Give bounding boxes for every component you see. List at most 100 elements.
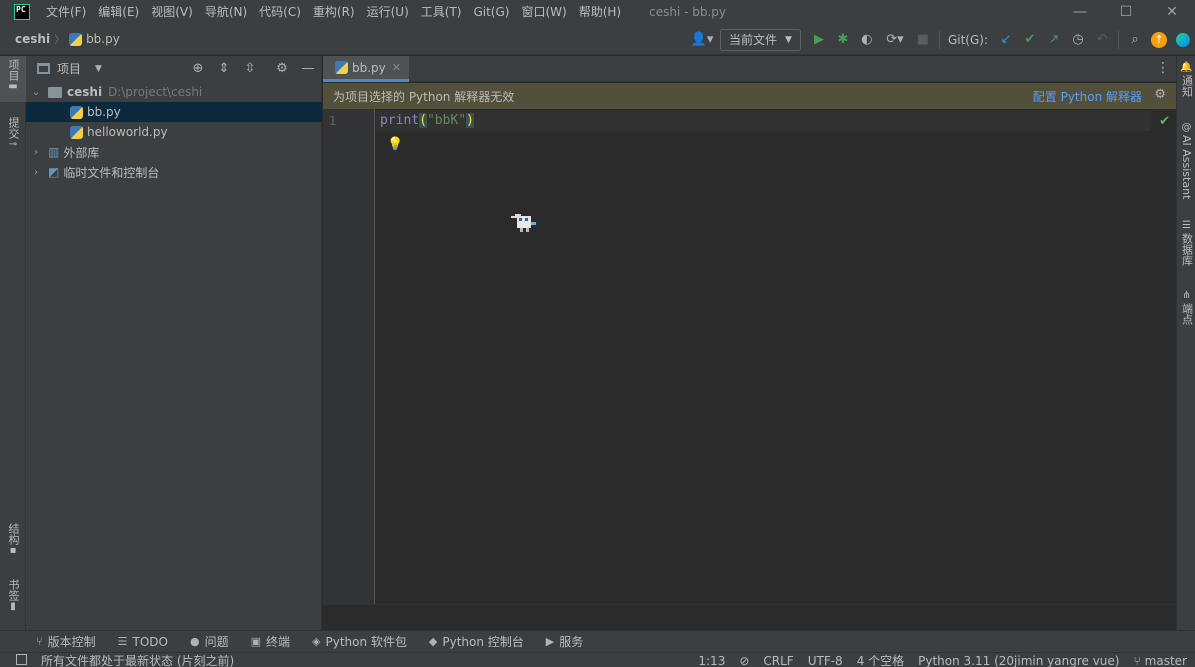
packages-icon: ◈ — [312, 635, 321, 648]
breadcrumb-project[interactable]: ceshi — [15, 32, 50, 46]
tool-window-terminal-label: 终端 — [266, 635, 291, 649]
gear-icon[interactable]: ⚙ — [274, 60, 290, 76]
python-file-icon — [69, 32, 83, 46]
tree-item-bb-py[interactable]: bb.py — [26, 102, 322, 122]
python-file-icon — [335, 61, 348, 74]
menu-refactor[interactable]: 重构(R) — [307, 0, 361, 24]
run-config-select[interactable]: 当前文件 ▼ — [720, 28, 801, 51]
chevron-down-icon[interactable]: ⌄ — [30, 87, 42, 98]
profile-icon[interactable]: ⟳▾ — [879, 28, 911, 52]
tool-window-python-packages[interactable]: ◈ Python 软件包 — [312, 633, 407, 650]
menu-view[interactable]: 视图(V) — [145, 0, 199, 24]
chevron-right-icon[interactable]: › — [30, 167, 42, 178]
code-line[interactable]: print("bbK") — [380, 113, 474, 128]
breadcrumb-file[interactable]: bb.py — [86, 32, 120, 46]
tree-item-label: bb.py — [87, 105, 121, 119]
stripe-tab-project[interactable]: 项目 ▬ — [0, 56, 26, 102]
tree-item-project-root[interactable]: ⌄ ceshi D:\project\ceshi — [26, 82, 322, 102]
search-icon[interactable]: ⌕ — [1123, 28, 1147, 52]
close-tab-icon[interactable]: ✕ — [392, 61, 401, 74]
stripe-tab-database[interactable]: ☰ 数据库 — [1177, 220, 1195, 266]
history-icon[interactable]: ◷ — [1066, 28, 1090, 52]
toggle-tool-windows-icon[interactable] — [16, 654, 27, 665]
tree-item-scratches[interactable]: › ◩ 临时文件和控制台 — [26, 162, 322, 182]
stripe-tab-ai-assistant[interactable]: @ AI Assistant — [1177, 122, 1195, 199]
file-encoding[interactable]: UTF-8 — [808, 654, 843, 667]
no-problems-check-icon[interactable]: ✔ — [1159, 114, 1170, 129]
stripe-tab-notifications[interactable]: 🔔 通知 — [1177, 62, 1195, 97]
tool-window-todo[interactable]: ☰ TODO — [118, 635, 168, 649]
tree-item-external-libraries[interactable]: › ▥ 外部库 — [26, 142, 322, 162]
tree-item-helloworld-py[interactable]: helloworld.py — [26, 122, 322, 142]
stripe-tab-endpoints[interactable]: ⋔ 端点 — [1177, 290, 1195, 325]
status-bar: 所有文件都处于最新状态 (片刻之前) 1:13 ⊘ CRLF UTF-8 4 个… — [0, 652, 1195, 667]
menu-git[interactable]: Git(G) — [467, 0, 515, 24]
tool-window-services[interactable]: ▶ 服务 — [546, 633, 583, 650]
coverage-icon[interactable]: ◐ — [855, 28, 879, 52]
lock-icon[interactable]: ⊘ — [739, 654, 749, 667]
tool-window-terminal[interactable]: ▣ 终端 — [251, 633, 290, 650]
tool-window-problems-label: 问题 — [204, 635, 229, 649]
expand-all-icon[interactable]: ⇕ — [216, 60, 232, 76]
git-branch[interactable]: master — [1145, 654, 1187, 667]
tree-item-label: 外部库 — [63, 145, 100, 160]
git-commit-icon[interactable]: ✔ — [1018, 28, 1042, 52]
line-ending[interactable]: CRLF — [763, 654, 793, 667]
editor-tab-bb-py[interactable]: bb.py ✕ — [323, 56, 409, 82]
menu-file[interactable]: 文件(F) — [40, 0, 92, 24]
tool-window-problems[interactable]: ● 问题 — [190, 633, 229, 650]
stripe-tab-ai-assistant-label: AI Assistant — [1180, 135, 1193, 200]
debug-icon[interactable]: ✱ — [831, 28, 855, 52]
stripe-tab-structure[interactable]: 结构 ▪ — [0, 520, 26, 566]
code-editor[interactable]: 1 print("bbK") 💡 ✔ — [323, 109, 1176, 604]
stripe-tab-commit[interactable]: 提交 ⊸ — [0, 114, 26, 160]
stripe-tab-endpoints-label: 端点 — [1180, 303, 1194, 325]
menu-tools[interactable]: 工具(T) — [415, 0, 468, 24]
code-token-function: print — [380, 113, 420, 128]
git-update-icon[interactable]: ↙ — [994, 28, 1018, 52]
structure-icon: ▪ — [9, 545, 17, 556]
status-message[interactable]: 所有文件都处于最新状态 (片刻之前) — [41, 653, 234, 667]
chevron-down-icon[interactable]: ▼ — [95, 64, 102, 74]
indent-setting[interactable]: 4 个空格 — [857, 653, 904, 667]
menu-edit[interactable]: 编辑(E) — [92, 0, 145, 24]
chevron-right-icon[interactable]: › — [30, 147, 42, 158]
stripe-tab-commit-label: 提交 — [7, 117, 20, 139]
caret-position[interactable]: 1:13 — [698, 654, 725, 667]
jetbrains-toolbox-icon[interactable] — [1171, 28, 1195, 52]
tool-window-vcs[interactable]: ⑂ 版本控制 — [36, 633, 96, 650]
editor-bottom-area — [323, 604, 1176, 630]
menu-run[interactable]: 运行(U) — [361, 0, 415, 24]
gear-icon[interactable]: ⚙ — [1154, 87, 1166, 102]
hide-panel-icon[interactable]: — — [300, 60, 316, 76]
menu-code[interactable]: 代码(C) — [253, 0, 307, 24]
stripe-tab-database-label: 数据库 — [1180, 233, 1194, 266]
run-icon[interactable]: ▶ — [807, 28, 831, 52]
stripe-tab-structure-label: 结构 — [7, 523, 20, 545]
user-icon[interactable]: 👤▾ — [690, 28, 714, 52]
tool-window-python-console[interactable]: ◆ Python 控制台 — [429, 633, 524, 650]
close-window-button[interactable]: ✕ — [1149, 0, 1195, 24]
tool-window-todo-label: TODO — [132, 634, 168, 649]
python-interpreter[interactable]: Python 3.11 (20jimin yangre vue) — [918, 654, 1119, 667]
menu-window[interactable]: 窗口(W) — [515, 0, 572, 24]
tree-item-label: ceshi — [67, 85, 103, 99]
toolbar-separator — [938, 30, 940, 49]
update-icon[interactable]: ↑ — [1147, 28, 1171, 52]
stop-icon[interactable]: ■ — [911, 28, 935, 52]
locate-file-icon[interactable]: ⊕ — [190, 60, 206, 76]
configure-interpreter-link[interactable]: 配置 Python 解释器 — [1033, 88, 1142, 105]
stripe-tab-bookmarks[interactable]: 书签 ▮ — [0, 576, 26, 622]
chevron-down-icon: ▼ — [785, 34, 792, 45]
lightbulb-icon[interactable]: 💡 — [387, 137, 403, 152]
git-push-icon[interactable]: ↗ — [1042, 28, 1066, 52]
maximize-button[interactable]: ☐ — [1103, 0, 1149, 24]
project-panel-title[interactable]: 项目 — [57, 60, 81, 77]
bell-icon: 🔔 — [1180, 62, 1193, 73]
rollback-icon[interactable]: ↶ — [1090, 28, 1114, 52]
more-options-icon[interactable]: ⋮ — [1156, 60, 1170, 76]
menu-navigate[interactable]: 导航(N) — [199, 0, 253, 24]
collapse-all-icon[interactable]: ⇳ — [242, 60, 258, 76]
menu-help[interactable]: 帮助(H) — [573, 0, 627, 24]
minimize-button[interactable]: — — [1057, 0, 1103, 24]
